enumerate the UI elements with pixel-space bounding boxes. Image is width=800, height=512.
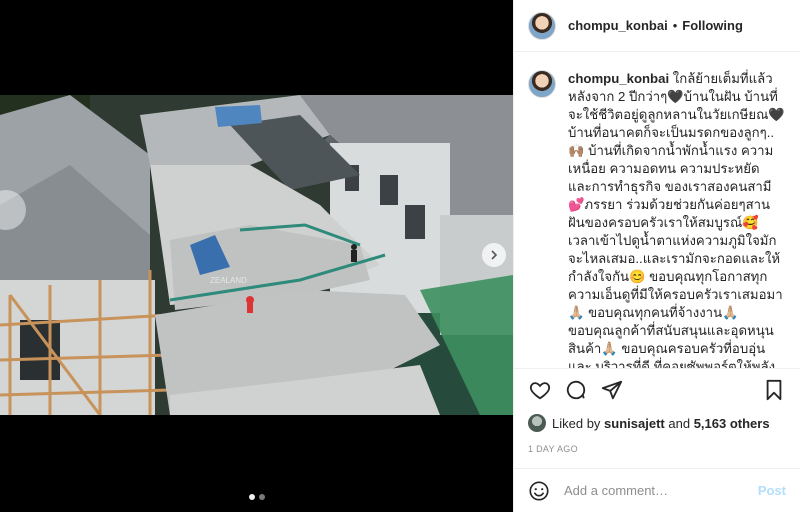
- following-button[interactable]: Following: [682, 18, 743, 33]
- liker-avatar[interactable]: [528, 414, 546, 432]
- share-button[interactable]: [600, 378, 624, 402]
- post-sidebar: chompu_konbai • Following chompu_konbai …: [513, 0, 800, 512]
- post-timestamp[interactable]: 1 DAY AGO: [528, 444, 578, 454]
- carousel-dot-1: [248, 494, 255, 500]
- heart-icon: [529, 381, 551, 399]
- likes-count-link[interactable]: 5,163 others: [694, 416, 770, 431]
- likes-summary: Liked by sunisajett and 5,163 others: [528, 414, 786, 432]
- caption-text: chompu_konbai ใกล้ย้ายเต็มที่แล้วหลังจาก…: [568, 70, 786, 368]
- caption-body: ใกล้ย้ายเต็มที่แล้วหลังจาก 2 ปีกว่าๆ🖤บ้า…: [568, 71, 785, 368]
- aerial-house-photo: ZEALAND: [0, 95, 513, 415]
- liker-username[interactable]: sunisajett: [604, 416, 665, 431]
- likes-prefix: Liked by: [552, 415, 601, 431]
- share-icon: [601, 380, 623, 399]
- instagram-post: ZEALAND chompu_konbai • Following chompu…: [0, 0, 800, 512]
- caption-username[interactable]: chompu_konbai: [568, 71, 669, 86]
- likes-middle: and: [668, 415, 691, 431]
- caption-author-avatar[interactable]: [528, 70, 556, 98]
- carousel-dot-2: [258, 494, 265, 500]
- comment-bar: Add a comment… Post: [514, 468, 800, 512]
- author-avatar[interactable]: [528, 11, 556, 40]
- like-button[interactable]: [528, 378, 552, 402]
- emoji-icon[interactable]: [528, 480, 550, 502]
- header-separator: •: [672, 18, 678, 33]
- caption-area: chompu_konbai ใกล้ย้ายเต็มที่แล้วหลังจาก…: [514, 52, 800, 368]
- post-comment-button[interactable]: Post: [758, 483, 786, 498]
- post-media[interactable]: ZEALAND: [0, 0, 513, 512]
- save-button[interactable]: [762, 378, 786, 402]
- author-username[interactable]: chompu_konbai: [568, 18, 668, 33]
- comment-input[interactable]: Add a comment…: [564, 483, 758, 498]
- comment-icon: [566, 380, 586, 399]
- carousel-indicators: [0, 494, 513, 500]
- chevron-right-icon: [491, 250, 498, 260]
- post-header: chompu_konbai • Following: [514, 0, 800, 52]
- bookmark-icon: [766, 379, 782, 400]
- next-slide-button[interactable]: [482, 243, 506, 267]
- comment-button[interactable]: [564, 378, 588, 402]
- watermark-text: ZEALAND: [210, 276, 247, 285]
- action-bar: [514, 368, 800, 410]
